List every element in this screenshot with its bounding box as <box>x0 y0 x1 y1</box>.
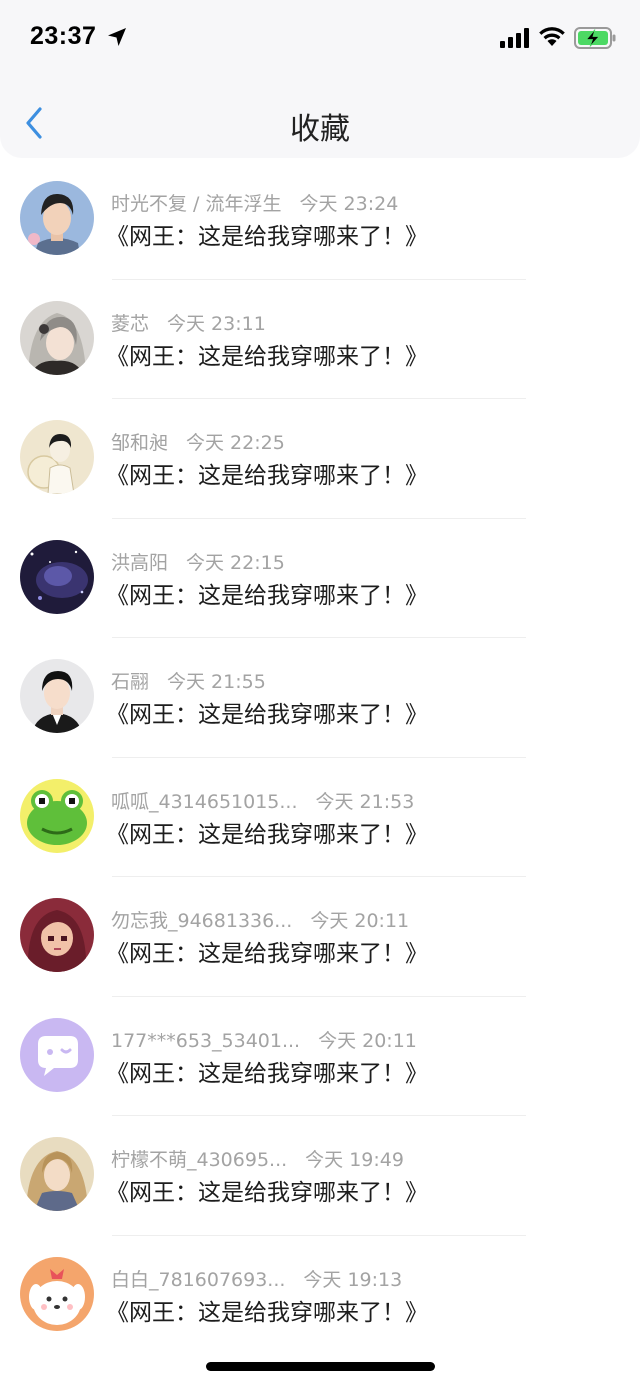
favorite-title[interactable]: 《网王：这是给我穿哪来了！》 <box>106 1293 428 1327</box>
status-time: 23:37 <box>30 22 97 50</box>
timestamp: 今天 21:55 <box>167 671 266 693</box>
timestamp: 今天 22:25 <box>186 432 285 454</box>
list-item[interactable]: 勿忘我_94681336... 今天 20:11 《网王：这是给我穿哪来了！》 <box>0 877 640 997</box>
favorite-title[interactable]: 《网王：这是给我穿哪来了！》 <box>106 1173 428 1207</box>
favorite-title[interactable]: 《网王：这是给我穿哪来了！》 <box>106 1054 428 1088</box>
battery-charging-icon <box>574 27 616 49</box>
list-item[interactable]: 石翮 今天 21:55 《网王：这是给我穿哪来了！》 <box>0 638 640 758</box>
avatar-pixel-girl[interactable] <box>20 898 94 972</box>
list-item[interactable]: 菱芯 今天 23:11 《网王：这是给我穿哪来了！》 <box>0 280 640 399</box>
timestamp: 今天 23:24 <box>299 193 399 215</box>
timestamp: 今天 23:11 <box>167 312 266 335</box>
user-name[interactable]: 柠檬不萌_430695... <box>111 1149 287 1171</box>
avatar-young-man-blue[interactable] <box>20 181 94 255</box>
favorite-title[interactable]: 《网王：这是给我穿哪来了！》 <box>106 934 428 968</box>
user-name[interactable]: 石翮 <box>111 671 149 693</box>
list-item[interactable]: 邹和昶 今天 22:25 《网王：这是给我穿哪来了！》 <box>0 399 640 519</box>
favorite-title[interactable]: 《网王：这是给我穿哪来了！》 <box>106 695 428 729</box>
user-name[interactable]: 勿忘我_94681336... <box>111 910 292 932</box>
user-name[interactable]: 呱呱_4314651015... <box>111 791 298 813</box>
timestamp: 今天 19:49 <box>305 1149 404 1171</box>
avatar-anime-girl[interactable] <box>20 300 94 375</box>
user-name[interactable]: 菱芯 <box>111 313 149 335</box>
favorite-title[interactable]: 《网王：这是给我穿哪来了！》 <box>106 815 428 849</box>
user-name[interactable]: 177***653_53401... <box>111 1030 300 1052</box>
avatar-chat-bubble[interactable] <box>20 1017 94 1092</box>
list-item[interactable]: 白白_781607693... 今天 19:13 《网王：这是给我穿哪来了！》 <box>0 1236 640 1356</box>
home-indicator[interactable] <box>206 1362 435 1371</box>
favorite-title[interactable]: 《网王：这是给我穿哪来了！》 <box>106 337 428 371</box>
favorite-title[interactable]: 《网王：这是给我穿哪来了！》 <box>106 456 428 490</box>
avatar-night-sky[interactable] <box>20 539 94 614</box>
list-item[interactable]: 柠檬不萌_430695... 今天 19:49 《网王：这是给我穿哪来了！》 <box>0 1116 640 1236</box>
favorite-title[interactable]: 《网王：这是给我穿哪来了！》 <box>106 217 428 251</box>
location-arrow-icon <box>108 28 126 46</box>
favorite-title[interactable]: 《网王：这是给我穿哪来了！》 <box>106 576 428 610</box>
timestamp: 今天 19:13 <box>303 1268 403 1291</box>
list-item[interactable]: 时光不复 / 流年浮生 今天 23:24 《网王：这是给我穿哪来了！》 <box>0 160 640 280</box>
avatar-pixel-frog[interactable] <box>20 778 94 853</box>
user-name[interactable]: 邹和昶 <box>111 432 168 454</box>
avatar-cartoon-dog[interactable] <box>20 1256 94 1331</box>
wifi-icon <box>539 27 565 46</box>
page-title: 收藏 <box>290 112 350 147</box>
list-item[interactable]: 呱呱_4314651015... 今天 21:53 《网王：这是给我穿哪来了！》 <box>0 758 640 877</box>
user-name[interactable]: 时光不复 / 流年浮生 <box>111 193 281 215</box>
list-item[interactable]: 177***653_53401... 今天 20:11 《网王：这是给我穿哪来了！… <box>0 997 640 1116</box>
list-item[interactable]: 洪高阳 今天 22:15 《网王：这是给我穿哪来了！》 <box>0 519 640 638</box>
avatar-man-suit[interactable] <box>20 659 94 733</box>
avatar-anime-warrior[interactable] <box>20 1137 94 1211</box>
status-bar: 23:37 <box>0 0 640 78</box>
timestamp: 今天 22:15 <box>186 551 285 574</box>
navigation-bar: 收藏 <box>0 78 640 158</box>
user-name[interactable]: 白白_781607693... <box>111 1269 285 1291</box>
favorites-list: 时光不复 / 流年浮生 今天 23:24 《网王：这是给我穿哪来了！》 菱芯 今天 … <box>0 160 640 1355</box>
cellular-signal-icon <box>500 28 529 48</box>
avatar-sketch-boy[interactable] <box>20 420 94 494</box>
timestamp: 今天 20:11 <box>318 1029 417 1052</box>
timestamp: 今天 21:53 <box>315 790 415 813</box>
timestamp: 今天 20:11 <box>310 910 410 932</box>
user-name[interactable]: 洪高阳 <box>111 552 168 574</box>
